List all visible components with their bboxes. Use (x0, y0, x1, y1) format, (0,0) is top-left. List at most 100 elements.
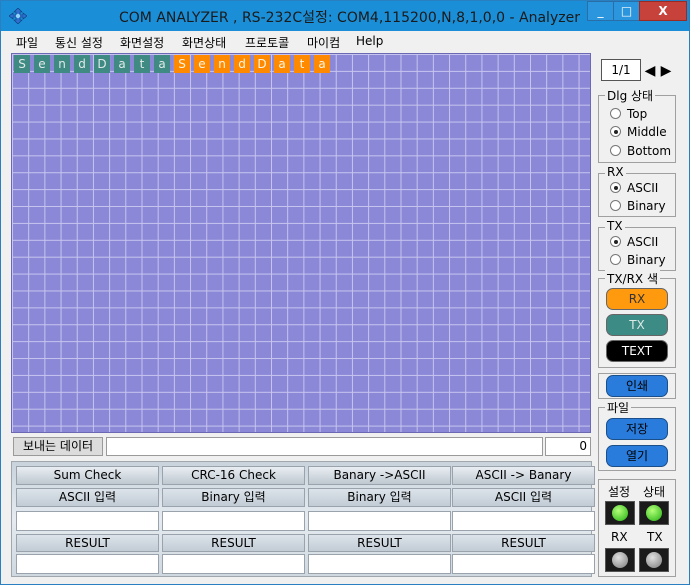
tx-data-cell: e (34, 55, 50, 73)
dlg-state-group: Dlg 상태 Top Middle Bottom (598, 87, 676, 163)
rx-data-cell: a (314, 55, 330, 73)
rx-data-cell: D (254, 55, 270, 73)
tx-status-label: TX (647, 530, 663, 544)
radio-dlg-top[interactable]: Top (610, 107, 647, 124)
menu-micom[interactable]: 마이컴 (307, 34, 340, 51)
tx-color-button[interactable]: TX (606, 314, 668, 336)
send-data-label: 보내는 데이터 (13, 437, 103, 456)
crc16-input[interactable] (162, 511, 305, 531)
group-title: TX/RX 색 (605, 270, 661, 287)
open-button[interactable]: 열기 (606, 445, 668, 467)
group-title: RX (605, 165, 626, 179)
maximize-button[interactable]: □ (613, 1, 640, 21)
input-label: ASCII 입력 (452, 488, 595, 507)
crc16-check-button[interactable]: CRC-16 Check (162, 466, 305, 485)
tool-column-binary-to-ascii: Banary ->ASCII Binary 입력 RESULT (308, 464, 451, 576)
rx-color-button[interactable]: RX (606, 288, 668, 310)
result-label: RESULT (308, 534, 451, 552)
tool-column-ascii-to-binary: ASCII -> Banary ASCII 입력 RESULT (452, 464, 595, 576)
group-title: 파일 (605, 399, 632, 416)
ascii-to-binary-result-field[interactable] (452, 554, 595, 574)
binary-to-ascii-button[interactable]: Banary ->ASCII (308, 466, 451, 485)
radio-label: Top (627, 107, 648, 121)
page-indicator: 1/1 (601, 59, 641, 81)
window-title: COM ANALYZER , RS-232C설정: COM4,115200,N,… (119, 10, 580, 26)
crc16-result-field[interactable] (162, 554, 305, 574)
next-page-icon[interactable]: ▶ (658, 61, 674, 81)
radio-selected-icon (610, 236, 621, 247)
radio-dlg-middle[interactable]: Middle (610, 125, 667, 142)
minimize-button[interactable]: _ (587, 1, 614, 21)
binary-to-ascii-result-field[interactable] (308, 554, 451, 574)
radio-icon (610, 200, 621, 211)
tx-data-cell: t (134, 55, 150, 73)
tx-data-cell: D (94, 55, 110, 73)
radio-dlg-bottom[interactable]: Bottom (610, 144, 671, 161)
rx-data-cell: n (214, 55, 230, 73)
group-title: TX (605, 219, 625, 233)
tx-data-cell: a (154, 55, 170, 73)
text-color-button[interactable]: TEXT (606, 340, 668, 362)
settings-status-label: 설정 (608, 485, 631, 499)
send-bar: 보내는 데이터 0 (11, 434, 592, 458)
menu-screen-state[interactable]: 화면상태 (182, 34, 226, 51)
sum-check-input[interactable] (16, 511, 159, 531)
radio-label: Bottom (627, 144, 672, 158)
tx-led-icon (639, 548, 669, 572)
sum-check-button[interactable]: Sum Check (16, 466, 159, 485)
close-button[interactable]: X (639, 1, 687, 21)
menu-screen-settings[interactable]: 화면설정 (120, 34, 164, 51)
radio-selected-icon (610, 126, 621, 137)
tx-mode-group: TX ASCII Binary (598, 219, 676, 271)
app-icon (9, 8, 27, 24)
menu-comm-settings[interactable]: 통신 설정 (55, 34, 103, 51)
menu-protocol[interactable]: 프로토콜 (245, 34, 289, 51)
rx-mode-group: RX ASCII Binary (598, 165, 676, 217)
result-label: RESULT (16, 534, 159, 552)
rx-status-label: RX (611, 530, 628, 544)
tx-data-cell: d (74, 55, 90, 73)
tx-data-cell: a (114, 55, 130, 73)
radio-tx-ascii[interactable]: ASCII (610, 235, 658, 252)
sum-check-result-field[interactable] (16, 554, 159, 574)
binary-to-ascii-input[interactable] (308, 511, 451, 531)
data-grid[interactable]: S e n d D a t a S e n d D a t a (11, 53, 591, 433)
rx-data-cell: t (294, 55, 310, 73)
result-label: RESULT (452, 534, 595, 552)
radio-rx-ascii[interactable]: ASCII (610, 181, 658, 198)
radio-icon (610, 145, 621, 156)
radio-label: ASCII (627, 181, 659, 195)
ascii-to-binary-button[interactable]: ASCII -> Banary (452, 466, 595, 485)
input-label: ASCII 입력 (16, 488, 159, 507)
tx-data-cell: S (14, 55, 30, 73)
save-button[interactable]: 저장 (606, 418, 668, 440)
rx-led-icon (605, 548, 635, 572)
radio-label: Middle (627, 125, 667, 139)
menu-help[interactable]: Help (356, 34, 383, 48)
title-bar[interactable]: COM ANALYZER , RS-232C설정: COM4,115200,N,… (1, 1, 689, 31)
send-data-input[interactable] (106, 437, 543, 456)
prev-page-icon[interactable]: ◀ (642, 61, 658, 81)
state-status-label: 상태 (643, 485, 666, 499)
settings-led-icon (605, 501, 635, 525)
menu-file[interactable]: 파일 (16, 34, 38, 51)
radio-tx-binary[interactable]: Binary (610, 253, 666, 270)
rx-data-cell: a (274, 55, 290, 73)
app-window: COM ANALYZER , RS-232C설정: COM4,115200,N,… (0, 0, 690, 585)
radio-icon (610, 254, 621, 265)
menu-bar: 파일 통신 설정 화면설정 화면상태 프로토콜 마이컴 Help (1, 31, 689, 53)
tool-column-sum-check: Sum Check ASCII 입력 RESULT (16, 464, 159, 576)
conversion-tools: Sum Check ASCII 입력 RESULT CRC-16 Check B… (11, 461, 595, 577)
radio-icon (610, 108, 621, 119)
radio-rx-binary[interactable]: Binary (610, 199, 666, 216)
print-button[interactable]: 인쇄 (606, 375, 668, 397)
state-led-icon (639, 501, 669, 525)
input-label: Binary 입력 (162, 488, 305, 507)
rx-data-cell: e (194, 55, 210, 73)
tx-data-cell: n (54, 55, 70, 73)
status-panel: 설정 상태 RX TX (598, 479, 676, 577)
ascii-to-binary-input[interactable] (452, 511, 595, 531)
rx-data-cell: S (174, 55, 190, 73)
input-label: Binary 입력 (308, 488, 451, 507)
tool-column-crc16: CRC-16 Check Binary 입력 RESULT (162, 464, 305, 576)
